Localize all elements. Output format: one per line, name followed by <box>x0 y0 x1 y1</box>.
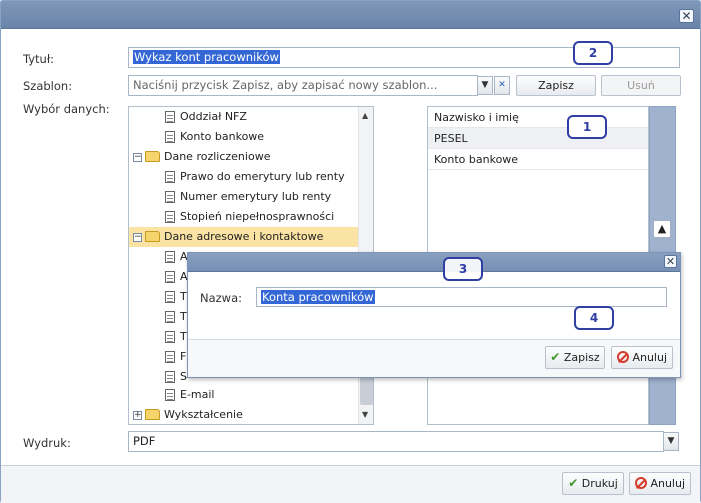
document-icon <box>165 291 175 303</box>
cancel-button-label: Anuluj <box>650 477 686 490</box>
document-icon <box>165 191 175 203</box>
template-dropdown-icon[interactable]: ▼ <box>477 76 493 95</box>
document-icon <box>165 251 175 263</box>
modal-close-icon[interactable]: ✕ <box>664 255 677 268</box>
output-combo[interactable]: PDF <box>128 431 664 452</box>
document-icon <box>165 371 175 383</box>
template-combo[interactable]: Naciśnij przycisk Zapisz, aby zapisać no… <box>128 75 478 96</box>
move-up-icon[interactable]: ▲ <box>653 220 671 238</box>
title-label: Tytuł: <box>23 52 54 66</box>
print-button-label: Drukuj <box>581 477 618 490</box>
folder-icon <box>145 151 160 162</box>
callout-3: 3 <box>443 257 483 281</box>
print-button[interactable]: ✔ Drukuj <box>562 472 624 495</box>
document-icon <box>165 311 175 323</box>
collapse-icon[interactable]: − <box>133 153 142 162</box>
template-placeholder: Naciśnij przycisk Zapisz, aby zapisać no… <box>133 78 438 92</box>
save-template-button[interactable]: Zapisz <box>516 75 596 96</box>
tree-item[interactable]: E-mail <box>129 385 373 405</box>
list-item[interactable]: PESEL <box>428 128 648 149</box>
check-icon: ✔ <box>550 350 561 364</box>
list-item[interactable]: Konto bankowe <box>428 149 648 170</box>
template-name-input[interactable]: Konta pracowników <box>256 287 667 307</box>
folder-icon <box>145 409 160 420</box>
check-icon: ✔ <box>568 476 579 490</box>
document-icon <box>165 211 175 223</box>
scroll-up-icon[interactable]: ▲ <box>362 111 368 120</box>
delete-template-button[interactable]: Usuń <box>601 75 681 96</box>
modal-footer: ✔ Zapisz Anuluj <box>188 339 680 377</box>
dialog-footer: ✔ Drukuj Anuluj <box>1 465 700 503</box>
document-icon <box>165 389 175 401</box>
document-icon <box>165 111 175 123</box>
tree-folder[interactable]: − Dane rozliczeniowe <box>129 147 373 167</box>
output-value: PDF <box>133 434 156 448</box>
tree-item[interactable]: Stopień niepełnosprawności <box>129 207 373 227</box>
modal-cancel-button[interactable]: Anuluj <box>611 346 673 369</box>
folder-icon <box>145 231 160 242</box>
modal-save-button[interactable]: ✔ Zapisz <box>545 346 605 369</box>
tree-item[interactable]: Numer emerytury lub renty <box>129 187 373 207</box>
document-icon <box>165 331 175 343</box>
template-clear-icon[interactable]: ✕ <box>494 76 510 95</box>
callout-1: 1 <box>567 115 607 139</box>
document-icon <box>165 171 175 183</box>
scroll-thumb[interactable] <box>360 375 373 405</box>
document-icon <box>165 351 175 363</box>
callout-2: 2 <box>573 41 613 65</box>
expand-icon[interactable]: + <box>133 411 142 420</box>
document-icon <box>165 131 175 143</box>
tree-item[interactable]: Oddział NFZ <box>129 107 373 127</box>
name-label: Nazwa: <box>200 291 243 305</box>
dialog-titlebar: ✕ <box>1 1 700 29</box>
cancel-icon <box>634 477 647 489</box>
report-dialog: ✕ Tytuł: Wykaz kont pracowników Szablon:… <box>0 0 701 503</box>
data-selection-label: Wybór danych: <box>23 102 110 116</box>
list-item[interactable]: Nazwisko i imię <box>428 107 648 128</box>
tree-folder[interactable]: + Wykształcenie <box>129 405 373 424</box>
title-input-value: Wykaz kont pracowników <box>133 50 280 64</box>
callout-4: 4 <box>574 306 614 330</box>
modal-titlebar: ✕ <box>188 253 680 272</box>
collapse-icon[interactable]: − <box>133 233 142 242</box>
template-name-value: Konta pracowników <box>261 290 375 304</box>
output-dropdown-icon[interactable]: ▼ <box>663 432 679 451</box>
scroll-down-icon[interactable]: ▼ <box>362 410 368 419</box>
template-label: Szablon: <box>23 79 73 93</box>
document-icon <box>165 271 175 283</box>
tree-item[interactable]: Konto bankowe <box>129 127 373 147</box>
dialog-close-icon[interactable]: ✕ <box>679 9 694 23</box>
cancel-button[interactable]: Anuluj <box>629 472 691 495</box>
tree-folder-selected[interactable]: − Dane adresowe i kontaktowe <box>129 227 359 247</box>
tree-item[interactable]: Prawo do emerytury lub renty <box>129 167 373 187</box>
output-label: Wydruk: <box>23 436 71 450</box>
modal-cancel-label: Anuluj <box>632 351 668 364</box>
modal-save-label: Zapisz <box>563 351 600 364</box>
cancel-icon <box>616 351 629 363</box>
